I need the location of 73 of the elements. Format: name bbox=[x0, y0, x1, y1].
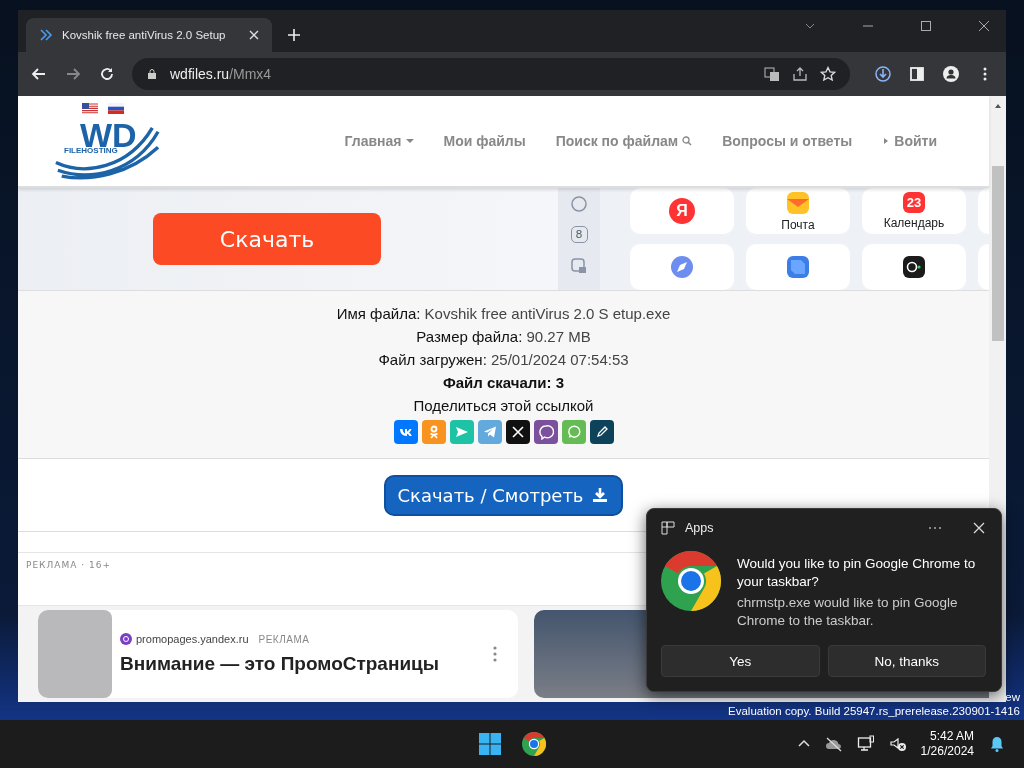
side-panel-icon[interactable] bbox=[908, 65, 926, 83]
browser-tab[interactable]: Kovshik free antiVirus 2.0 Setup bbox=[26, 18, 272, 52]
apps-icon bbox=[661, 521, 675, 535]
download-icon[interactable] bbox=[874, 65, 892, 83]
windows-start-icon[interactable] bbox=[478, 732, 502, 756]
notification-title: Would you like to pin Google Chrome to your taskbar? bbox=[737, 555, 977, 591]
badge[interactable]: 8 bbox=[570, 226, 588, 244]
clock-time[interactable]: 5:42 AM bbox=[929, 729, 974, 744]
chevrons-icon bbox=[38, 27, 54, 43]
network-icon[interactable] bbox=[856, 735, 875, 753]
chrome-logo-icon bbox=[661, 551, 721, 611]
more-icon[interactable] bbox=[492, 645, 498, 663]
nav-link[interactable]: Главная bbox=[344, 133, 414, 149]
envelope-icon bbox=[786, 190, 810, 215]
us-flag-icon[interactable] bbox=[82, 102, 98, 114]
ad-headline[interactable]: Внимание — это ПромоСтраницы bbox=[120, 653, 482, 675]
nav-link[interactable]: Поиск по файлам bbox=[555, 133, 693, 149]
viber-share-icon[interactable] bbox=[533, 420, 558, 444]
nav-link[interactable]: Мои файлы bbox=[443, 133, 526, 149]
file-info-text: Файл загружен: 25/01/2024 07:54:53 bbox=[378, 350, 629, 370]
share-label: Поделиться этой ссылкой bbox=[413, 396, 594, 416]
app-tile[interactable] bbox=[862, 244, 966, 290]
notification-button[interactable]: Yes bbox=[661, 645, 820, 677]
build-info-text: ew bbox=[1005, 690, 1020, 704]
app-tile[interactable]: Почта bbox=[746, 188, 850, 234]
notification-source: Apps bbox=[685, 521, 714, 535]
close-icon[interactable] bbox=[978, 20, 990, 32]
circle-logo-icon bbox=[120, 633, 132, 645]
app-tile[interactable]: Я bbox=[630, 188, 734, 234]
profile-icon[interactable] bbox=[942, 65, 960, 83]
russia-flag-icon[interactable] bbox=[108, 102, 124, 114]
app-tile[interactable] bbox=[630, 244, 734, 290]
plus-icon[interactable] bbox=[286, 27, 302, 43]
search-icon bbox=[682, 136, 693, 146]
translate-icon[interactable] bbox=[764, 66, 780, 82]
x-share-icon[interactable] bbox=[505, 420, 530, 444]
lock-icon bbox=[146, 68, 158, 80]
nav-link[interactable]: Войти bbox=[882, 133, 937, 149]
notification-message: chrmstp.exe would like to pin Google Chrome to the taskbar. bbox=[737, 594, 959, 630]
image-lock-icon[interactable] bbox=[570, 257, 588, 276]
vk-share-icon[interactable] bbox=[393, 420, 418, 444]
address-bar[interactable]: wdfiles.ru/Mmx4 bbox=[132, 58, 850, 90]
build-info-text: Evaluation copy. Build 25947.rs_prerelease.230901-1416 bbox=[728, 704, 1020, 718]
bell-icon[interactable] bbox=[988, 735, 1006, 753]
pen-share-icon[interactable] bbox=[589, 420, 614, 444]
ad-source[interactable]: promopages.yandex.ru bbox=[136, 633, 249, 645]
download-count-text: Файл скачали: 3 bbox=[442, 373, 565, 393]
speaker-muted-icon[interactable] bbox=[888, 735, 907, 753]
camera-icon bbox=[902, 255, 926, 279]
file-info-text: Имя файла: Kovshik free antiVirus 2.0 S etup.exe bbox=[336, 304, 671, 324]
app-tile[interactable]: 23 Календарь bbox=[862, 188, 966, 234]
ad-card[interactable]: promopages.yandex.ru РЕКЛАМА Внимание — это ПромоСтраницы bbox=[38, 610, 518, 698]
download-view-button[interactable]: Скачать / Смотреть bbox=[383, 474, 624, 516]
cloud-off-icon[interactable] bbox=[824, 735, 843, 753]
app-tile[interactable] bbox=[746, 244, 850, 290]
caret-icon bbox=[405, 137, 414, 145]
reload-icon[interactable] bbox=[98, 65, 116, 83]
share-icon[interactable] bbox=[792, 66, 808, 82]
file-info-text: Размер файла: 90.27 MB bbox=[416, 327, 591, 347]
notification-button[interactable]: No, thanks bbox=[827, 645, 986, 677]
clock-date[interactable]: 1/26/2024 bbox=[920, 744, 974, 759]
ad-tag: РЕКЛАМА bbox=[258, 633, 310, 645]
circle-icon bbox=[570, 194, 588, 213]
scroll-up-icon[interactable] bbox=[993, 102, 1002, 110]
star-icon[interactable] bbox=[820, 66, 836, 82]
cube-icon bbox=[786, 255, 810, 279]
download-icon bbox=[591, 486, 610, 504]
nav-link[interactable]: Вопросы и ответы bbox=[722, 133, 853, 149]
ad-label: РЕКЛАМА · 16+ bbox=[26, 560, 111, 570]
chrome-taskbar-icon[interactable] bbox=[522, 732, 546, 756]
scrollbar-thumb[interactable] bbox=[991, 166, 1004, 341]
maximize-icon[interactable] bbox=[920, 20, 932, 32]
compass-icon bbox=[670, 255, 694, 279]
